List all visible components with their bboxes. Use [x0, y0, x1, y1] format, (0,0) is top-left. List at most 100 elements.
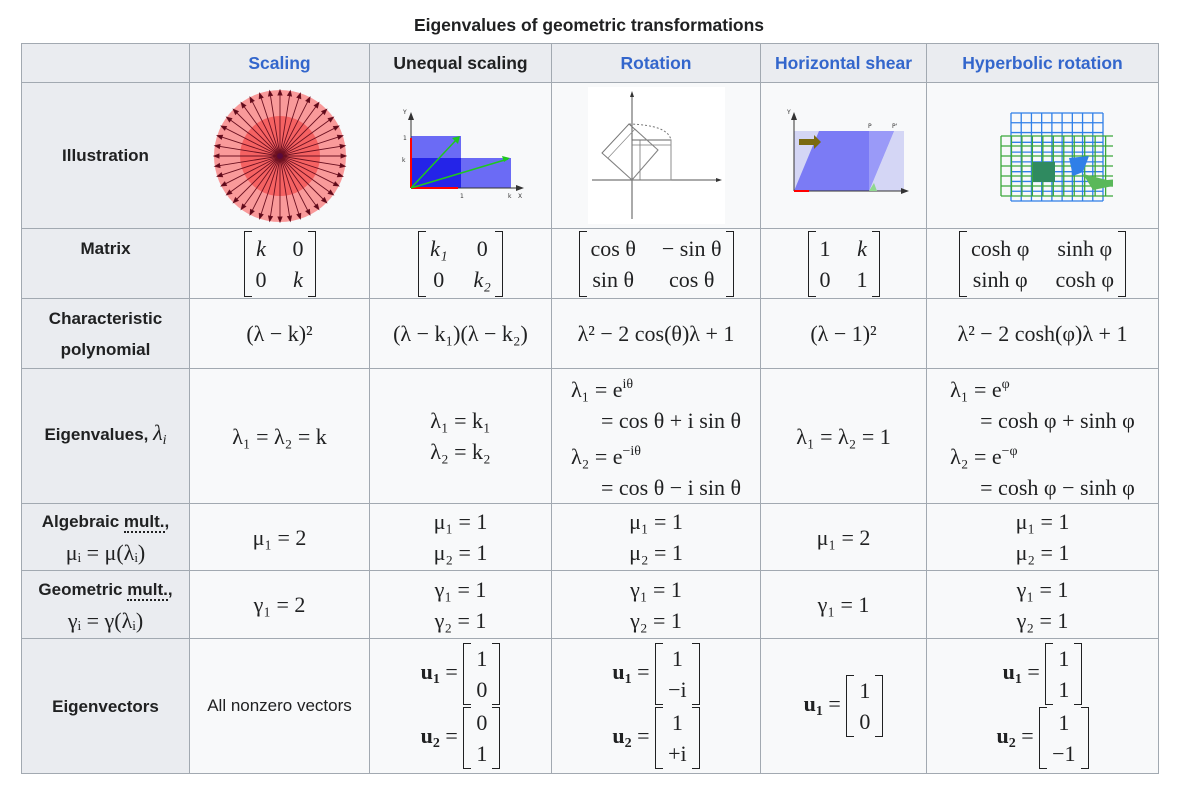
horizontal-shear-link[interactable]: Horizontal shear [775, 53, 912, 73]
illustration-cell: 1 k Y 1 k X [369, 82, 552, 229]
column-header-horizontal-shear[interactable]: Horizontal shear [760, 43, 927, 83]
math-line: μ₁ = 2 [252, 524, 307, 550]
column-vector: 11 [1045, 643, 1083, 705]
alg-mult-formula: μᵢ = μ(λᵢ) [65, 540, 146, 565]
eigenvalues-cell: λ₁ = eiθ = cos θ + i sin θ λ₂ = e−iθ = cos … [551, 368, 761, 504]
unequal-scaling-label: Unequal scaling [393, 52, 528, 73]
char-poly-cell: (λ − k)² [189, 298, 370, 369]
geo-mult-cell: γ₁ = 2 [189, 570, 370, 639]
char-poly: (λ − 1)² [810, 321, 877, 346]
geo-mult-formula: γᵢ = γ(λᵢ) [67, 607, 144, 633]
geo-mult-lines: γ₁ = 1 γ₂ = 1 [552, 574, 760, 636]
column-header-rotation[interactable]: Rotation [551, 43, 761, 83]
row-header-label: polynomial [60, 339, 151, 359]
eigenvector: u2 = 01 [370, 707, 551, 769]
eigenvectors-cell: u1 = 10 [760, 638, 927, 774]
math-line: = cos θ + i sin θ [600, 408, 741, 433]
blue-grid [1009, 111, 1104, 202]
math-line: μ₂ = 1 [1015, 540, 1070, 565]
svg-text:X: X [518, 193, 522, 200]
char-poly-cell: (λ − k₁)(λ − k₂) [369, 298, 552, 369]
eigenvector: u2 = 1 −1 [927, 707, 1158, 769]
svg-text:k: k [402, 157, 406, 164]
column-header-hyperbolic-rotation[interactable]: Hyperbolic rotation [926, 43, 1159, 83]
math-line: γ₁ = 1 [817, 592, 870, 617]
lambda-symbol: λi [153, 419, 167, 448]
geo-mult-lines: γ₁ = 1 γ₂ = 1 [927, 574, 1158, 636]
math-line: γ₁ = 1 [630, 576, 682, 602]
illustration-cell: P P' Y [760, 82, 927, 229]
math-line: γ₂ = 1 [434, 607, 487, 633]
eigenvector: u1 = 1 −i [552, 643, 760, 705]
header-row: Scaling Unequal scaling Rotation Horizon… [21, 43, 1159, 83]
mult-abbreviation[interactable]: mult. [123, 512, 165, 533]
row-header-illustration: Illustration [21, 82, 190, 229]
geo-mult-cell: γ₁ = 1 γ₂ = 1 [369, 570, 552, 639]
matrix-cell: k00k [189, 228, 370, 299]
char-poly-cell: (λ − 1)² [760, 298, 927, 369]
eigenvalue-lines: λ₁ = eiθ = cos θ + i sin θ λ₂ = e−iθ = cos … [571, 369, 741, 503]
eigenvector: u2 = 1 +i [552, 707, 760, 769]
char-poly: λ² − 2 cosh(φ)λ + 1 [957, 321, 1128, 346]
column-header-scaling[interactable]: Scaling [189, 43, 370, 83]
alg-mult-cell: μ₁ = 2 [189, 503, 370, 571]
math-line: λ₁ = λ₂ = k [232, 423, 327, 449]
scaling-link[interactable]: Scaling [248, 53, 310, 73]
math-line: μ₁ = 1 [433, 509, 488, 534]
mult-abbreviation[interactable]: mult. [127, 579, 168, 601]
alg-mult-lines: μ₁ = 2 [761, 522, 926, 553]
eigenvector-list: u1 = 1 0 u2 = 01 [370, 643, 551, 769]
svg-text:Y: Y [786, 109, 791, 116]
geo-mult-cell: γ₁ = 1 [760, 570, 927, 639]
svg-text:1: 1 [460, 193, 464, 200]
math-line: γ₂ = 1 [630, 607, 682, 633]
hyperbolic-rotation-link[interactable]: Hyperbolic rotation [962, 53, 1122, 73]
math-line: μ₂ = 1 [629, 540, 683, 565]
eigenvalues-cell: λ₁ = k₁ λ₂ = k₂ [369, 368, 552, 504]
svg-text:1: 1 [403, 135, 407, 142]
row-header-matrix: Matrix [21, 228, 190, 299]
geo-mult-lines: γ₁ = 1 γ₂ = 1 [370, 574, 551, 636]
alg-mult-lines: μ₁ = 1 μ₂ = 1 [370, 506, 551, 568]
corner-cell [21, 43, 190, 83]
math-line: γ₁ = 1 [434, 576, 487, 602]
eigenvalues-cell: λ₁ = λ₂ = 1 [760, 368, 927, 504]
geometric-mult-row: Geometric mult., γᵢ = γ(λᵢ) γ₁ = 2 γ₁ = 1… [21, 570, 1159, 639]
geo-mult-cell: γ₁ = 1 γ₂ = 1 [926, 570, 1159, 639]
unequal-scaling-illustration-icon[interactable]: 1 k Y 1 k X [396, 106, 526, 206]
matrix-row: Matrix k00k k₁ 0 0 k₂ cos θ − sin θ sin θ cos … [21, 228, 1159, 299]
char-poly: (λ − k)² [246, 321, 313, 346]
eigenvector-list: u1 = 1 1 u2 = 1 −1 [927, 643, 1158, 769]
row-header-geometric-mult: Geometric mult., γᵢ = γ(λᵢ) [21, 570, 190, 639]
rotation-illustration-icon[interactable] [587, 87, 725, 224]
column-vector: 10 [463, 643, 501, 705]
column-header-unequal-scaling: Unequal scaling [369, 43, 552, 83]
row-header-label: Algebraic [41, 512, 124, 531]
row-header-label: Eigenvectors [52, 696, 159, 716]
eigenvalue-lines: λ₁ = λ₂ = k [232, 421, 327, 452]
eigenvalue-lines: λ₁ = eφ = cosh φ + sinh φ λ₂ = e−φ = cosh φ… [950, 369, 1135, 503]
char-poly-cell: λ² − 2 cosh(φ)λ + 1 [926, 298, 1159, 369]
math-line: γ₂ = 1 [1016, 607, 1069, 633]
alg-mult-cell: μ₁ = 1 μ₂ = 1 [551, 503, 761, 571]
column-vector: 1 −i [655, 643, 700, 705]
eigenvector: u1 = 10 [370, 643, 551, 705]
shear-illustration-icon[interactable]: P P' Y [779, 106, 909, 206]
row-header-char-poly: Characteristic polynomial [21, 298, 190, 369]
matrix-rotation: cos θ − sin θ sin θ cos θ [578, 230, 734, 297]
row-header-label: Geometric [38, 579, 128, 599]
eigenvector: u1 = 11 [927, 643, 1158, 705]
math-line: γ₁ = 1 [1016, 576, 1069, 602]
alg-mult-cell: μ₁ = 2 [760, 503, 927, 571]
hyperbolic-rotation-illustration-icon[interactable] [973, 110, 1113, 202]
eigenvectors-cell: u1 = 1 0 u2 = 01 [369, 638, 552, 774]
column-vector: 1 +i [655, 707, 700, 769]
algebraic-mult-row: Algebraic mult., μᵢ = μ(λᵢ) μ₁ = 2 μ₁ = 1… [21, 503, 1159, 571]
table-caption: Eigenvalues of geometric transformations [413, 15, 765, 35]
math-line: λ₁ = eiθ [570, 377, 634, 402]
matrix-unequal-scaling: k₁ 0 0 k₂ [418, 230, 503, 297]
matrix-cell: cos θ − sin θ sin θ cos θ [551, 228, 761, 299]
math-line: λ₂ = k₂ [430, 439, 491, 464]
scaling-illustration-icon[interactable] [212, 88, 347, 223]
rotation-link[interactable]: Rotation [621, 53, 692, 73]
